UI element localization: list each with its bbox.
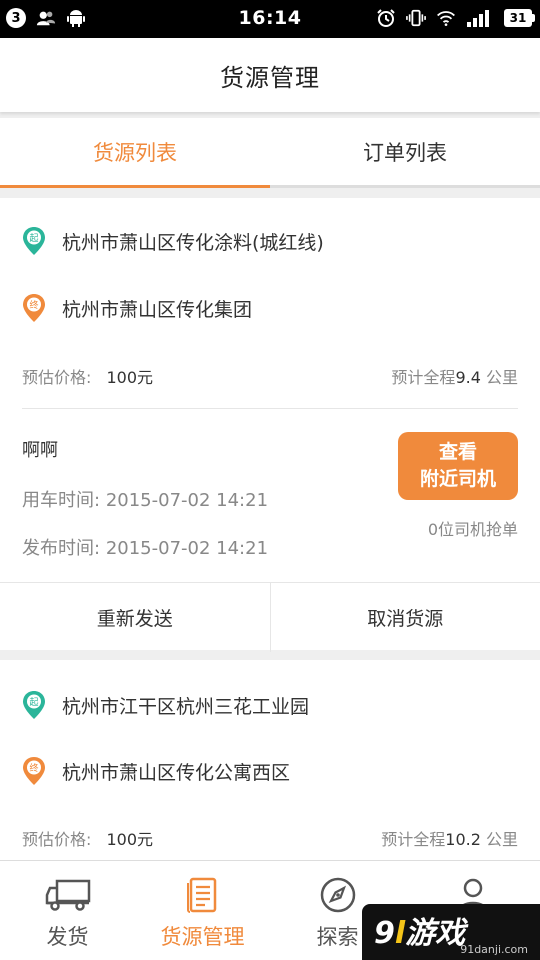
tab-cargo-list[interactable]: 货源列表 (0, 118, 270, 188)
start-pin-icon: 起 (23, 227, 45, 255)
watermark-logo-part: l (394, 916, 406, 951)
origin-row: 起 杭州市萧山区传化涂料(城红线) (22, 226, 324, 256)
watermark-logo-part: 游戏 (405, 916, 466, 951)
vibrate-icon (406, 8, 426, 28)
price-value: 100元 (106, 368, 154, 387)
watermark-logo-part: 9 (374, 916, 395, 951)
destination-row: 终 杭州市萧山区传化公寓西区 (22, 756, 290, 786)
nav-cargo-management-label: 货源管理 (160, 925, 245, 949)
wifi-icon (436, 8, 456, 28)
destination-address: 杭州市萧山区传化公寓西区 (62, 761, 291, 784)
distance-unit: 公里 (485, 368, 518, 387)
card-actions: 重新发送 取消货源 (0, 582, 540, 652)
price-distance-row: 预估价格: 100元 预计全程9.4 公里 (22, 364, 518, 388)
nav-ship-label: 发货 (46, 925, 89, 949)
nav-explore-label: 探索 (316, 925, 359, 949)
nav-cargo-management[interactable]: 货源管理 (135, 861, 270, 960)
page-title: 货源管理 (220, 63, 320, 92)
truck-icon (45, 875, 91, 915)
price-distance-row: 预估价格: 100元 预计全程10.2 公里 (22, 826, 518, 850)
price-label: 预估价格: (22, 368, 92, 387)
distance-value: 10.2 (445, 830, 481, 849)
price-value: 100元 (106, 830, 154, 849)
divider (22, 408, 518, 409)
end-pin-icon: 终 (23, 294, 45, 322)
nearby-button-line1: 查看 (438, 441, 477, 463)
publish-time-label: 发布时间: (22, 538, 101, 559)
tab-bar: 货源列表 订单列表 (0, 118, 540, 188)
watermark-url: 91danji.com (460, 943, 528, 956)
origin-address: 杭州市江干区杭州三花工业园 (62, 695, 310, 718)
alarm-icon (376, 8, 396, 28)
cargo-card[interactable]: 起 杭州市江干区杭州三花工业园 终 杭州市萧山区传化公寓西区 预估价格: 100… (0, 660, 540, 870)
status-bar: 3 16:14 31 (0, 0, 540, 38)
origin-address: 杭州市萧山区传化涂料(城红线) (62, 231, 324, 254)
end-pin-icon: 终 (23, 757, 45, 785)
destination-address: 杭州市萧山区传化集团 (62, 298, 253, 321)
origin-row: 起 杭州市江干区杭州三花工业园 (22, 690, 309, 720)
destination-row: 终 杭州市萧山区传化集团 (22, 293, 252, 323)
app-bar: 货源管理 (0, 38, 540, 112)
battery-icon: 31 (504, 9, 535, 27)
distance-unit: 公里 (485, 830, 518, 849)
publish-time-value: 2015-07-02 14:21 (105, 538, 269, 559)
view-nearby-drivers-button[interactable]: 查看 附近司机 (398, 432, 518, 500)
distance-label: 预计全程 (391, 368, 456, 387)
resend-button[interactable]: 重新发送 (0, 583, 270, 652)
distance-value: 9.4 (455, 368, 481, 387)
start-pin-icon: 起 (23, 691, 45, 719)
nearby-button-line2: 附近司机 (419, 468, 496, 490)
use-time-label: 用车时间: (22, 490, 101, 511)
end-pin-text: 终 (29, 762, 38, 774)
distance-label: 预计全程 (381, 830, 446, 849)
watermark-logo-text: 9l游戏 (374, 908, 465, 952)
start-pin-text: 起 (29, 697, 38, 708)
document-icon (180, 875, 226, 915)
tab-order-list[interactable]: 订单列表 (270, 118, 540, 185)
nav-ship[interactable]: 发货 (0, 861, 135, 960)
remark-text: 啊啊 (22, 440, 58, 461)
driver-grab-count: 0位司机抢单 (427, 520, 518, 539)
watermark-logo: 9l游戏 91danji.com (362, 904, 540, 960)
use-time-row: 用车时间: 2015-07-02 14:21 (22, 486, 268, 512)
cargo-card[interactable]: 起 杭州市萧山区传化涂料(城红线) 终 杭州市萧山区传化集团 预估价格: 100… (0, 198, 540, 652)
publish-time-row: 发布时间: 2015-07-02 14:21 (22, 534, 268, 560)
end-pin-text: 终 (29, 299, 38, 311)
signal-icon (466, 8, 494, 28)
use-time-value: 2015-07-02 14:21 (105, 490, 269, 511)
compass-icon (315, 875, 361, 915)
price-label: 预估价格: (22, 830, 92, 849)
cancel-cargo-button[interactable]: 取消货源 (269, 583, 540, 652)
start-pin-text: 起 (29, 233, 38, 244)
